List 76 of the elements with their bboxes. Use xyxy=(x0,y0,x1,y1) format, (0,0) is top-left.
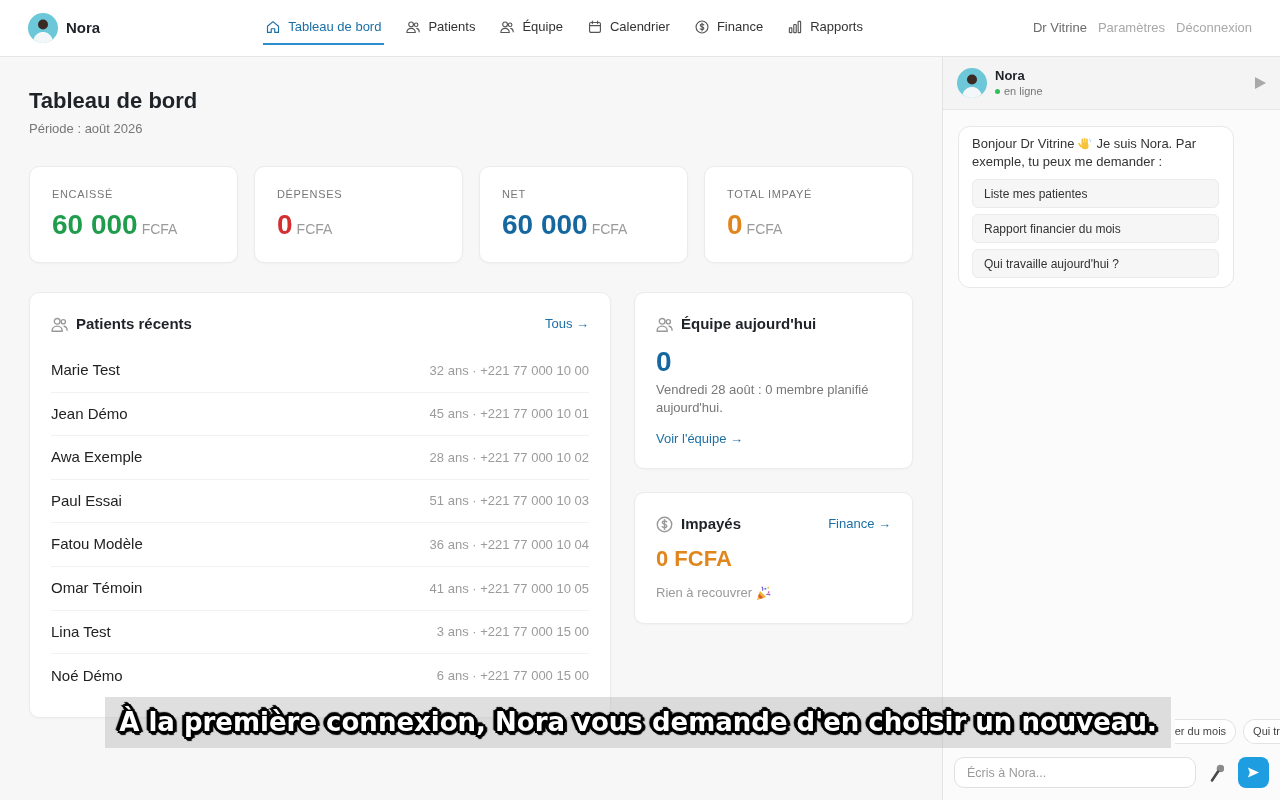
status-text: en ligne xyxy=(1004,84,1043,98)
kpi-value: 60 000 xyxy=(502,209,588,240)
suggestion-chip[interactable]: er du mois xyxy=(1174,719,1237,744)
party-popper-icon xyxy=(756,585,772,601)
users-icon xyxy=(51,315,68,333)
kpi-value: 0 xyxy=(727,209,743,240)
greeting-text: exemple, tu peux me demander : xyxy=(972,153,1163,171)
patient-name[interactable]: Awa Exemple xyxy=(51,446,143,469)
patient-name[interactable]: Fatou Modèle xyxy=(51,533,143,556)
finance-link[interactable]: Finance → xyxy=(828,514,891,534)
patient-details: 41 ans · +221 77 000 10 05 xyxy=(429,579,589,598)
patient-name[interactable]: Noé Démo xyxy=(51,664,123,688)
suggestion-button[interactable]: Rapport financier du mois xyxy=(972,214,1219,243)
nav-tab[interactable]: Tableau de bord xyxy=(263,11,385,45)
card-title: Équipe aujourd'hui xyxy=(681,313,817,334)
kpi-label: TOTAL IMPAYÉ xyxy=(727,188,813,201)
bar-chart-icon xyxy=(788,20,803,34)
waving-hand-icon xyxy=(1078,137,1093,151)
play-icon[interactable] xyxy=(1255,77,1266,89)
page-title: Tableau de bord xyxy=(29,88,199,114)
brand-name: Nora xyxy=(66,17,101,38)
nav-tab[interactable]: Patients xyxy=(403,11,479,45)
kpi-unit: FCFA xyxy=(296,221,333,237)
patient-details: 28 ans · +221 77 000 10 02 xyxy=(429,448,589,467)
patient-name[interactable]: Jean Démo xyxy=(51,402,128,426)
suggestion-button[interactable]: Qui travaille aujourd'hui ? xyxy=(972,249,1219,278)
microphone-icon[interactable] xyxy=(1210,763,1224,782)
kpi-unit: FCFA xyxy=(591,221,628,237)
assistant-name: Nora xyxy=(995,68,1026,84)
house-icon xyxy=(266,20,281,34)
patient-name[interactable]: Lina Test xyxy=(51,620,111,644)
patient-name[interactable]: Paul Essai xyxy=(51,489,122,513)
team-link[interactable]: Voir l'équipe → xyxy=(656,430,744,448)
suggestion-button[interactable]: Liste mes patientes xyxy=(972,179,1219,208)
user-name: Dr Vitrine xyxy=(1032,19,1087,38)
send-icon xyxy=(1247,766,1260,779)
dollar-icon xyxy=(694,20,709,34)
card-title: Impayés xyxy=(681,513,742,534)
unpaid-note: Rien à recouvrer xyxy=(656,584,753,602)
calendar-icon xyxy=(587,20,602,34)
patient-details: 3 ans · +221 77 000 15 00 xyxy=(436,623,589,642)
avatar-icon xyxy=(957,68,987,98)
kpi-value: 0 xyxy=(277,209,293,240)
patient-details: 51 ans · +221 77 000 10 03 xyxy=(429,492,589,511)
patient-details: 36 ans · +221 77 000 10 04 xyxy=(429,535,589,554)
team-summary: Vendredi 28 août : 0 membre planifié aujourd'hui. xyxy=(656,381,870,417)
view-all-link[interactable]: Tous → xyxy=(544,314,589,334)
patient-details: 32 ans · +221 77 000 10 00 xyxy=(429,361,589,380)
nav-tab[interactable]: Calendrier xyxy=(584,11,673,45)
patient-name[interactable]: Omar Témoin xyxy=(51,577,143,600)
greeting-text: Je suis Nora. Par xyxy=(1096,135,1197,153)
avatar-icon xyxy=(28,13,58,43)
users-icon xyxy=(500,20,515,34)
greeting-text: Bonjour Dr Vitrine xyxy=(972,135,1075,153)
kpi-unit: FCFA xyxy=(746,221,783,237)
kpi-label: ENCAISSÉ xyxy=(52,188,114,201)
users-icon xyxy=(656,315,673,333)
patient-name[interactable]: Marie Test xyxy=(51,359,120,382)
patient-details: 6 ans · +221 77 000 15 00 xyxy=(436,667,589,686)
team-count: 0 xyxy=(656,345,673,379)
message-input[interactable]: Écris à Nora... xyxy=(954,757,1196,788)
unpaid-amount: 0 FCFA xyxy=(656,545,733,573)
patient-details: 45 ans · +221 77 000 10 01 xyxy=(429,405,589,424)
dollar-icon xyxy=(656,515,673,533)
period-text: Période : août 2026 xyxy=(29,120,144,138)
nav-tab[interactable]: Rapports xyxy=(785,11,866,45)
kpi-unit: FCFA xyxy=(141,221,178,237)
send-button[interactable] xyxy=(1238,757,1269,788)
nav-tab[interactable]: Équipe xyxy=(497,11,566,45)
kpi-label: NET xyxy=(502,188,527,201)
kpi-value: 60 000 xyxy=(52,209,138,240)
kpi-label: DÉPENSES xyxy=(277,188,344,201)
card-title: Patients récents xyxy=(76,313,192,334)
suggestion-chip[interactable]: Qui tr xyxy=(1243,719,1280,744)
users-icon xyxy=(406,20,421,34)
nav-tab[interactable]: Finance xyxy=(691,11,767,45)
